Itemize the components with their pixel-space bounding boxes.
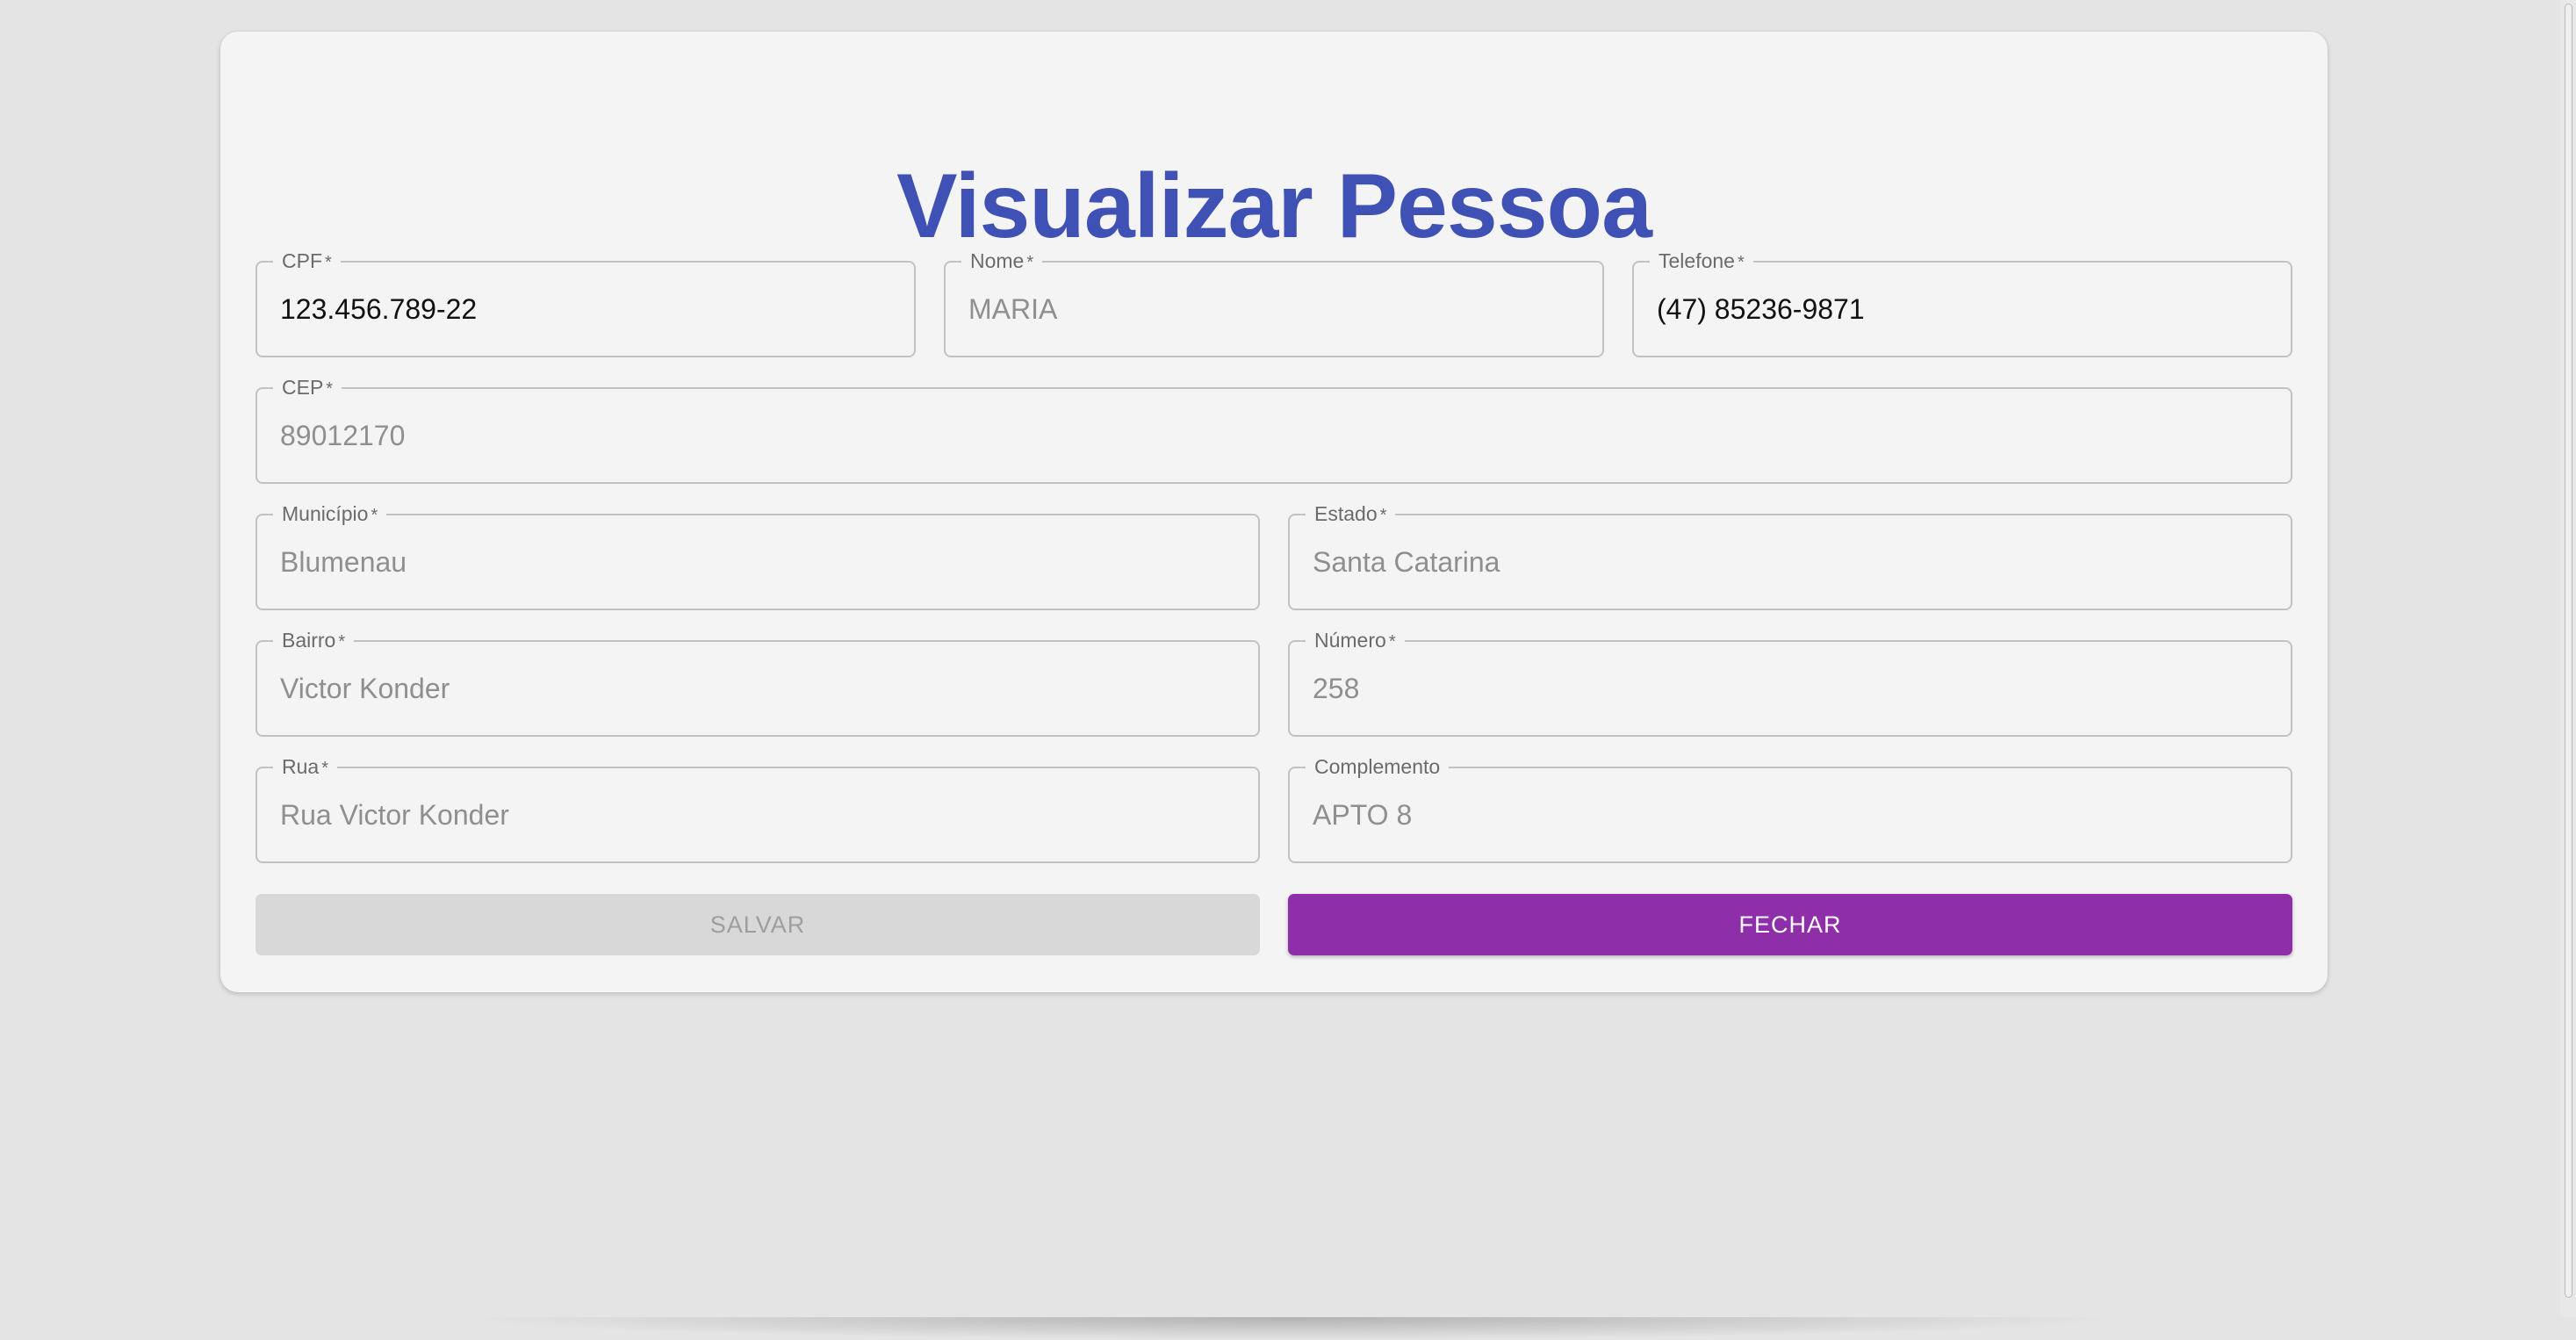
scrollbar-thumb[interactable] — [2565, 4, 2572, 1298]
rua-input — [280, 768, 1235, 861]
estado-input — [1313, 515, 2268, 609]
telefone-field: Telefone * — [1632, 248, 2292, 357]
fechar-button[interactable]: FECHAR — [1288, 894, 2292, 955]
form-card: Visualizar Pessoa CPF* Nome* Telefone* C… — [220, 32, 2328, 992]
salvar-button: SALVAR — [255, 894, 1260, 955]
municipio-input — [280, 515, 1235, 609]
nome-input — [968, 263, 1579, 356]
cep-input — [280, 389, 2268, 482]
cpf-input[interactable] — [280, 263, 891, 356]
bottom-shadow — [457, 1317, 2125, 1340]
numero-input — [1313, 642, 2268, 735]
nome-field: Nome * — [944, 248, 1604, 357]
estado-field: Estado * — [1288, 501, 2292, 610]
page-title: Visualizar Pessoa — [896, 155, 1652, 257]
municipio-field: Município * — [255, 501, 1260, 610]
complemento-field: Complemento — [1288, 753, 2292, 863]
cep-field: CEP * — [255, 374, 2292, 484]
rua-field: Rua * — [255, 753, 1260, 863]
vertical-scrollbar[interactable] — [2560, 0, 2576, 1317]
numero-field: Número * — [1288, 627, 2292, 737]
cpf-field: CPF * — [255, 248, 916, 357]
bairro-input — [280, 642, 1235, 735]
bairro-field: Bairro * — [255, 627, 1260, 737]
complemento-input — [1313, 768, 2268, 861]
page: Visualizar Pessoa CPF* Nome* Telefone* C… — [0, 0, 2576, 1340]
telefone-input[interactable] — [1657, 263, 2268, 356]
